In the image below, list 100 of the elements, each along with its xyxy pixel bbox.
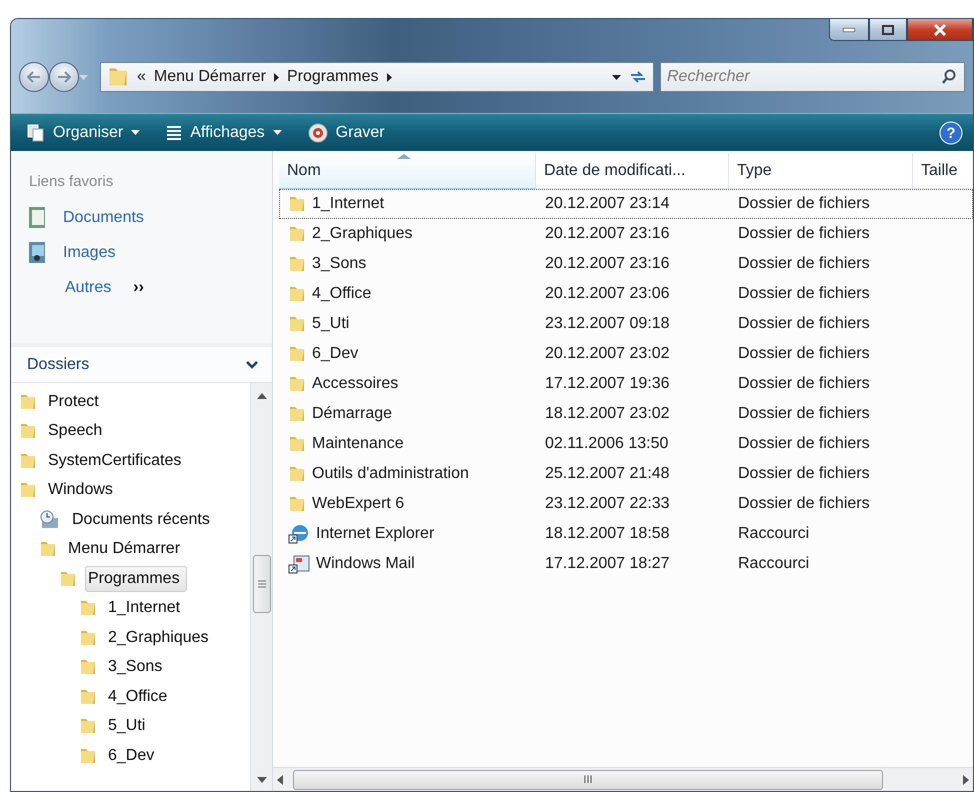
maximize-icon (882, 24, 894, 34)
table-cell-text: 20.12.2007 23:02 (544, 345, 671, 363)
chevron-right-icon (386, 72, 392, 82)
folder-icon (79, 628, 97, 647)
folder-icon (288, 465, 306, 483)
breadcrumb[interactable]: Menu Démarrer (154, 68, 266, 86)
folder-icon (107, 66, 129, 88)
file-row[interactable]: 2_Graphiques 20.12.2007 23:16 Dossier de fichiers (279, 219, 973, 249)
folders-header[interactable]: Dossiers (11, 343, 272, 383)
table-cell-text: Raccourci (737, 525, 810, 543)
file-row[interactable]: 4_Office 20.12.2007 23:06 Dossier de fichiers (279, 279, 973, 309)
folder-icon (79, 688, 97, 706)
tree-item[interactable]: Programmes (85, 566, 187, 592)
folder-icon (288, 225, 306, 243)
file-name: 6_Dev (312, 345, 358, 363)
file-name: Windows Mail (316, 555, 415, 573)
scroll-up-icon (256, 393, 266, 399)
search-field[interactable]: Rechercher (660, 62, 965, 92)
folder-icon (288, 195, 306, 213)
tree-item[interactable]: SystemCertificates (45, 448, 188, 474)
overflow-chevron[interactable]: « (137, 68, 146, 86)
folder-icon (288, 495, 306, 513)
maximize-button[interactable] (869, 19, 907, 41)
tree-item[interactable]: Protect (45, 388, 106, 415)
scroll-down-icon (256, 777, 266, 783)
pages-icon (27, 124, 45, 142)
folder-icon (288, 405, 306, 423)
file-row[interactable]: Outils d'administration 25.12.2007 21:48 Dossier de fichiers (279, 459, 973, 489)
toolbar-button[interactable]: Organiser (23, 122, 144, 144)
column-header[interactable]: Nom (279, 153, 536, 189)
folder-icon (79, 717, 97, 736)
file-row[interactable]: Accessoires 17.12.2007 19:36 Dossier de fichiers (279, 369, 973, 399)
table-cell-text: Dossier de fichiers (737, 405, 871, 423)
file-row[interactable]: 1_Internet 20.12.2007 23:14 Dossier de fichiers (279, 189, 973, 219)
tree-item[interactable]: 6_Dev (105, 742, 162, 769)
table-cell-text: 20.12.2007 23:16 (544, 225, 671, 243)
file-name: 1_Internet (312, 195, 384, 213)
tree-item[interactable]: Speech (45, 418, 110, 444)
file-name: Accessoires (312, 375, 398, 393)
file-row[interactable]: Internet Explorer 18.12.2007 18:58 Raccourci (279, 519, 973, 549)
help-icon[interactable]: ? (939, 120, 963, 144)
close-icon (933, 24, 947, 36)
tree-item[interactable]: Documents récents (69, 506, 217, 533)
table-cell-text: Dossier de fichiers (737, 285, 871, 303)
folder-icon (39, 540, 57, 558)
back-button[interactable] (19, 62, 49, 92)
favorite-link[interactable]: Documents (11, 200, 272, 235)
folder-icon (288, 255, 306, 273)
breadcrumb[interactable]: Programmes (286, 68, 379, 86)
tree-item[interactable]: 3_Sons (105, 654, 170, 680)
table-cell-text: 17.12.2007 18:27 (544, 555, 671, 573)
file-name: Maintenance (312, 435, 404, 453)
column-header[interactable]: Date de modificati... (536, 153, 729, 189)
horizontal-scrollbar[interactable]: III (273, 767, 973, 791)
file-name: 3_Sons (312, 255, 366, 273)
tree-item[interactable]: Windows (45, 477, 120, 504)
table-cell-text: 20.12.2007 23:06 (544, 285, 671, 303)
toolbar-button[interactable]: Graver (304, 120, 389, 144)
file-row[interactable]: 6_Dev 20.12.2007 23:02 Dossier de fichiers (279, 339, 973, 369)
tree-item[interactable]: 1_Internet (105, 595, 188, 622)
file-row[interactable]: Windows Mail 17.12.2007 18:27 Raccourci (279, 549, 973, 579)
file-name: Démarrage (312, 405, 392, 423)
table-cell-text: 18.12.2007 23:02 (544, 405, 671, 423)
vertical-scrollbar[interactable] (250, 383, 272, 791)
tree-item[interactable]: 4_Office (105, 684, 174, 710)
file-row[interactable]: 3_Sons 20.12.2007 23:16 Dossier de fichiers (279, 249, 973, 279)
file-row[interactable]: 5_Uti 23.12.2007 09:18 Dossier de fichiers (279, 309, 973, 339)
grip-icon (258, 580, 266, 588)
folder-icon (19, 392, 37, 411)
address-bar[interactable]: « Menu Démarrer Programmes (100, 62, 654, 92)
file-row[interactable]: Démarrage 18.12.2007 23:02 Dossier de fichiers (279, 399, 973, 429)
toolbar-button[interactable]: Affichages (162, 122, 286, 144)
refresh-icon[interactable] (629, 69, 647, 85)
favorite-link[interactable]: Images (11, 235, 272, 270)
scroll-thumb[interactable] (252, 555, 270, 613)
file-name: 4_Office (312, 285, 372, 303)
scroll-thumb[interactable]: III (293, 770, 883, 790)
file-row[interactable]: WebExpert 6 23.12.2007 22:33 Dossier de fichiers (279, 489, 973, 519)
minimize-icon (843, 28, 855, 32)
search-icon[interactable] (941, 69, 957, 85)
file-row[interactable]: Maintenance 02.11.2006 13:50 Dossier de fichiers (279, 429, 973, 459)
file-name: WebExpert 6 (312, 495, 404, 513)
table-cell-text: Dossier de fichiers (737, 195, 871, 213)
table-cell-text: 18.12.2007 18:58 (544, 525, 671, 543)
minimize-button[interactable] (829, 19, 869, 41)
favorite-link[interactable]: Autres ›› (11, 270, 272, 305)
folder-icon (79, 599, 97, 618)
file-name: Outils d'administration (312, 465, 469, 483)
tree-item[interactable]: Menu Démarrer (65, 536, 188, 562)
chevron-right-icon (274, 72, 279, 82)
scroll-left-icon (277, 774, 283, 784)
column-header[interactable]: Type (729, 153, 913, 189)
folder-icon (288, 315, 306, 333)
caret-icon (612, 74, 621, 80)
forward-button[interactable] (49, 62, 79, 92)
close-button[interactable] (907, 19, 973, 41)
table-cell-text: Dossier de fichiers (737, 495, 871, 513)
tree-item[interactable]: 2_Graphiques (105, 624, 216, 651)
tree-item[interactable]: 5_Uti (105, 713, 152, 740)
list-icon (166, 124, 182, 140)
